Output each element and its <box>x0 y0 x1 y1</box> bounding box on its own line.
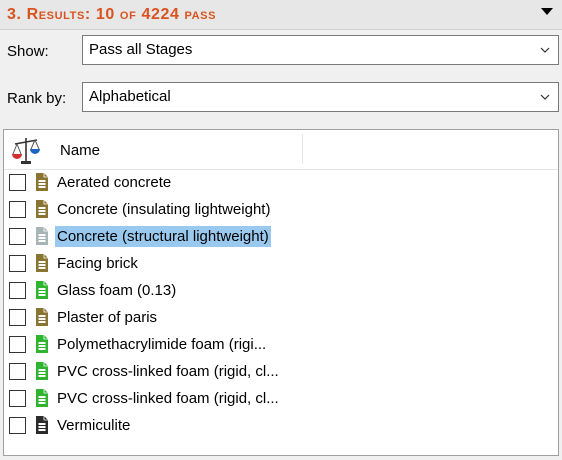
datasheet-icon <box>36 335 48 353</box>
list-item[interactable]: Concrete (insulating lightweight) <box>4 196 558 223</box>
item-label: Polymethacrylimide foam (rigi... <box>57 336 267 353</box>
item-label: PVC cross-linked foam (rigid, cl... <box>57 390 279 407</box>
item-label: Vermiculite <box>57 417 131 434</box>
datasheet-icon <box>36 362 48 380</box>
results-panel: 3. Results: 10 of 4224 pass Show: Pass a… <box>0 0 562 460</box>
list-item[interactable]: Glass foam (0.13) <box>4 277 558 304</box>
item-checkbox[interactable] <box>9 255 26 272</box>
datasheet-icon <box>36 200 48 218</box>
datasheet-icon <box>36 416 48 434</box>
chevron-down-icon <box>540 94 550 100</box>
results-title: 3. Results: 10 of 4224 pass <box>7 6 217 23</box>
datasheet-icon <box>36 227 48 245</box>
list-item[interactable]: Plaster of paris <box>4 304 558 331</box>
show-label: Show: <box>7 43 49 60</box>
item-checkbox[interactable] <box>9 309 26 326</box>
list-item[interactable]: Polymethacrylimide foam (rigi... <box>4 331 558 358</box>
item-label: PVC cross-linked foam (rigid, cl... <box>57 363 279 380</box>
item-checkbox[interactable] <box>9 363 26 380</box>
datasheet-icon <box>36 389 48 407</box>
list-item[interactable]: Aerated concrete <box>4 169 558 196</box>
show-select-value: Pass all Stages <box>89 41 193 58</box>
list-column-header[interactable]: Name <box>4 130 558 170</box>
item-label: Aerated concrete <box>57 174 172 191</box>
item-checkbox[interactable] <box>9 282 26 299</box>
item-checkbox[interactable] <box>9 174 26 191</box>
datasheet-icon <box>36 173 48 191</box>
triangle-down-icon <box>541 8 553 15</box>
results-header: 3. Results: 10 of 4224 pass <box>0 0 562 30</box>
list-item[interactable]: PVC cross-linked foam (rigid, cl... <box>4 358 558 385</box>
item-label: Concrete (structural lightweight) <box>55 226 271 247</box>
rank-label: Rank by: <box>7 90 67 107</box>
datasheet-icon <box>36 254 48 272</box>
item-checkbox[interactable] <box>9 336 26 353</box>
scales-icon[interactable] <box>10 134 42 166</box>
results-list: Name Aerated concrete Concrete (insulatin… <box>3 129 559 456</box>
item-label: Concrete (insulating lightweight) <box>57 201 271 218</box>
item-checkbox[interactable] <box>9 417 26 434</box>
datasheet-icon <box>36 308 48 326</box>
column-divider[interactable] <box>302 134 303 164</box>
chevron-down-icon <box>540 47 550 53</box>
rank-select[interactable]: Alphabetical <box>82 82 559 112</box>
list-item[interactable]: PVC cross-linked foam (rigid, cl... <box>4 385 558 412</box>
list-item[interactable]: Vermiculite <box>4 412 558 439</box>
item-label: Facing brick <box>57 255 138 272</box>
list-item[interactable]: Facing brick <box>4 250 558 277</box>
collapse-button[interactable] <box>538 6 556 20</box>
rank-select-value: Alphabetical <box>89 88 171 105</box>
item-checkbox[interactable] <box>9 201 26 218</box>
show-select[interactable]: Pass all Stages <box>82 35 559 65</box>
list-item[interactable]: Concrete (structural lightweight) <box>4 223 558 250</box>
item-label: Plaster of paris <box>57 309 158 326</box>
item-checkbox[interactable] <box>9 228 26 245</box>
item-checkbox[interactable] <box>9 390 26 407</box>
item-label: Glass foam (0.13) <box>57 282 177 299</box>
column-name: Name <box>60 142 101 159</box>
datasheet-icon <box>36 281 48 299</box>
